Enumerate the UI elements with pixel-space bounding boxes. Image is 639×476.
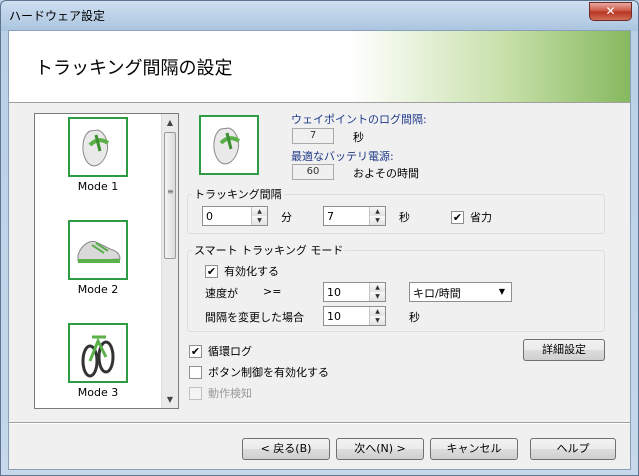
mode-label: Mode 3 [77,386,119,399]
flip-flop-icon [68,117,128,177]
mode-list[interactable]: Mode 1 Mode 2 Mode 3 ▲ ≡ ▼ [34,113,179,409]
title-bar[interactable]: ハードウェア設定 ✕ [1,1,638,31]
bicycle-icon [68,323,128,383]
smart-enable-label: 有効化する [224,265,279,278]
power-save-label: 省力 [470,211,492,224]
mode-item-1[interactable]: Mode 1 [68,117,128,193]
motion-detect-label: 動作検知 [208,387,252,400]
spin-down-icon[interactable]: ▼ [252,216,267,225]
checkbox-unchecked-icon[interactable] [189,365,202,379]
grip-icon: ≡ [167,187,174,196]
spin-down-icon[interactable]: ▼ [370,216,385,225]
checkbox-checked-icon[interactable]: ✔ [205,264,218,278]
spin-up-icon[interactable]: ▲ [370,307,385,316]
wizard-header: トラッキング間隔の設定 [9,31,630,103]
checkbox-checked-icon[interactable]: ✔ [189,344,202,358]
smart-enable-checkbox[interactable]: ✔ 有効化する [205,263,279,279]
cancel-button[interactable]: キャンセル [430,438,518,460]
interval-input[interactable] [324,307,368,325]
mode-list-scrollbar[interactable]: ▲ ≡ ▼ [161,114,178,408]
spin-down-icon[interactable]: ▼ [370,316,385,325]
window-title: ハードウェア設定 [9,9,106,23]
spin-up-icon[interactable]: ▲ [370,283,385,292]
waypoint-interval-value: 7 [292,128,334,144]
waypoint-interval-label: ウェイポイントのログ間隔: [291,113,427,126]
footer-separator [9,422,630,424]
dialog-window: ハードウェア設定 ✕ トラッキング間隔の設定 Mode 1 Mode 2 Mod… [0,0,639,476]
tracking-interval-legend: トラッキング間隔 [194,188,282,201]
spin-up-icon[interactable]: ▲ [252,207,267,216]
seconds-stepper[interactable]: ▲▼ [323,206,386,226]
speed-input[interactable] [324,283,368,301]
speed-unit-select[interactable]: キロ/時間 ▼ [409,282,512,302]
spin-down-icon[interactable]: ▼ [370,292,385,301]
next-button[interactable]: 次へ(N) > [336,438,424,460]
seconds-input[interactable] [324,207,368,225]
interval-unit: 秒 [409,311,420,324]
chevron-down-icon[interactable]: ▼ [494,284,510,300]
mode-item-2[interactable]: Mode 2 [68,220,128,296]
minutes-unit: 分 [281,211,292,224]
motion-detect-checkbox: 動作検知 [189,385,252,401]
spin-up-icon[interactable]: ▲ [370,207,385,216]
speed-label: 速度が [205,287,238,300]
close-button[interactable]: ✕ [589,2,632,21]
interval-spin-buttons[interactable]: ▲ ▼ [369,307,385,325]
loop-log-checkbox[interactable]: ✔ 循環ログ [189,343,252,359]
battery-label: 最適なバッテリ電源: [291,150,394,163]
minutes-input[interactable] [203,207,250,225]
scroll-thumb[interactable]: ≡ [164,132,176,259]
sneaker-icon [68,220,128,280]
power-save-checkbox[interactable]: ✔ 省力 [451,209,492,225]
interval-stepper[interactable]: ▲▼ [323,306,386,326]
speed-spin-buttons[interactable]: ▲ ▼ [369,283,385,301]
button-control-checkbox[interactable]: ボタン制御を有効化する [189,364,329,380]
speed-stepper[interactable]: ▲▼ [323,282,386,302]
button-control-label: ボタン制御を有効化する [208,366,329,379]
interval-change-label: 間隔を変更した場合 [205,311,304,324]
minutes-spin-buttons[interactable]: ▲ ▼ [251,207,267,225]
battery-value: 60 [292,164,334,180]
dialog-client: トラッキング間隔の設定 Mode 1 Mode 2 Mode 3 ▲ ≡ ▼ ウ… [8,30,631,470]
help-button[interactable]: ヘルプ [530,438,616,460]
checkbox-disabled-icon [189,386,202,400]
advanced-settings-button[interactable]: 詳細設定 [523,339,605,361]
loop-log-label: 循環ログ [208,345,252,358]
scroll-down-icon[interactable]: ▼ [162,391,178,408]
mode-label: Mode 1 [77,180,119,193]
checkbox-checked-icon[interactable]: ✔ [451,210,464,224]
waypoint-interval-unit: 秒 [353,131,364,144]
battery-unit: およその時間 [353,167,419,180]
seconds-unit: 秒 [399,211,410,224]
page-title: トラッキング間隔の設定 [35,58,233,79]
scroll-up-icon[interactable]: ▲ [162,114,178,131]
mode-item-3[interactable]: Mode 3 [68,323,128,399]
selected-mode-icon [199,115,259,175]
seconds-spin-buttons[interactable]: ▲ ▼ [369,207,385,225]
speed-operator: >= [263,285,282,298]
back-button[interactable]: < 戻る(B) [242,438,330,460]
mode-label: Mode 2 [77,283,119,296]
smart-tracking-legend: スマート トラッキング モード [194,244,344,257]
minutes-stepper[interactable]: ▲▼ [202,206,268,226]
speed-unit-value: キロ/時間 [413,287,461,300]
